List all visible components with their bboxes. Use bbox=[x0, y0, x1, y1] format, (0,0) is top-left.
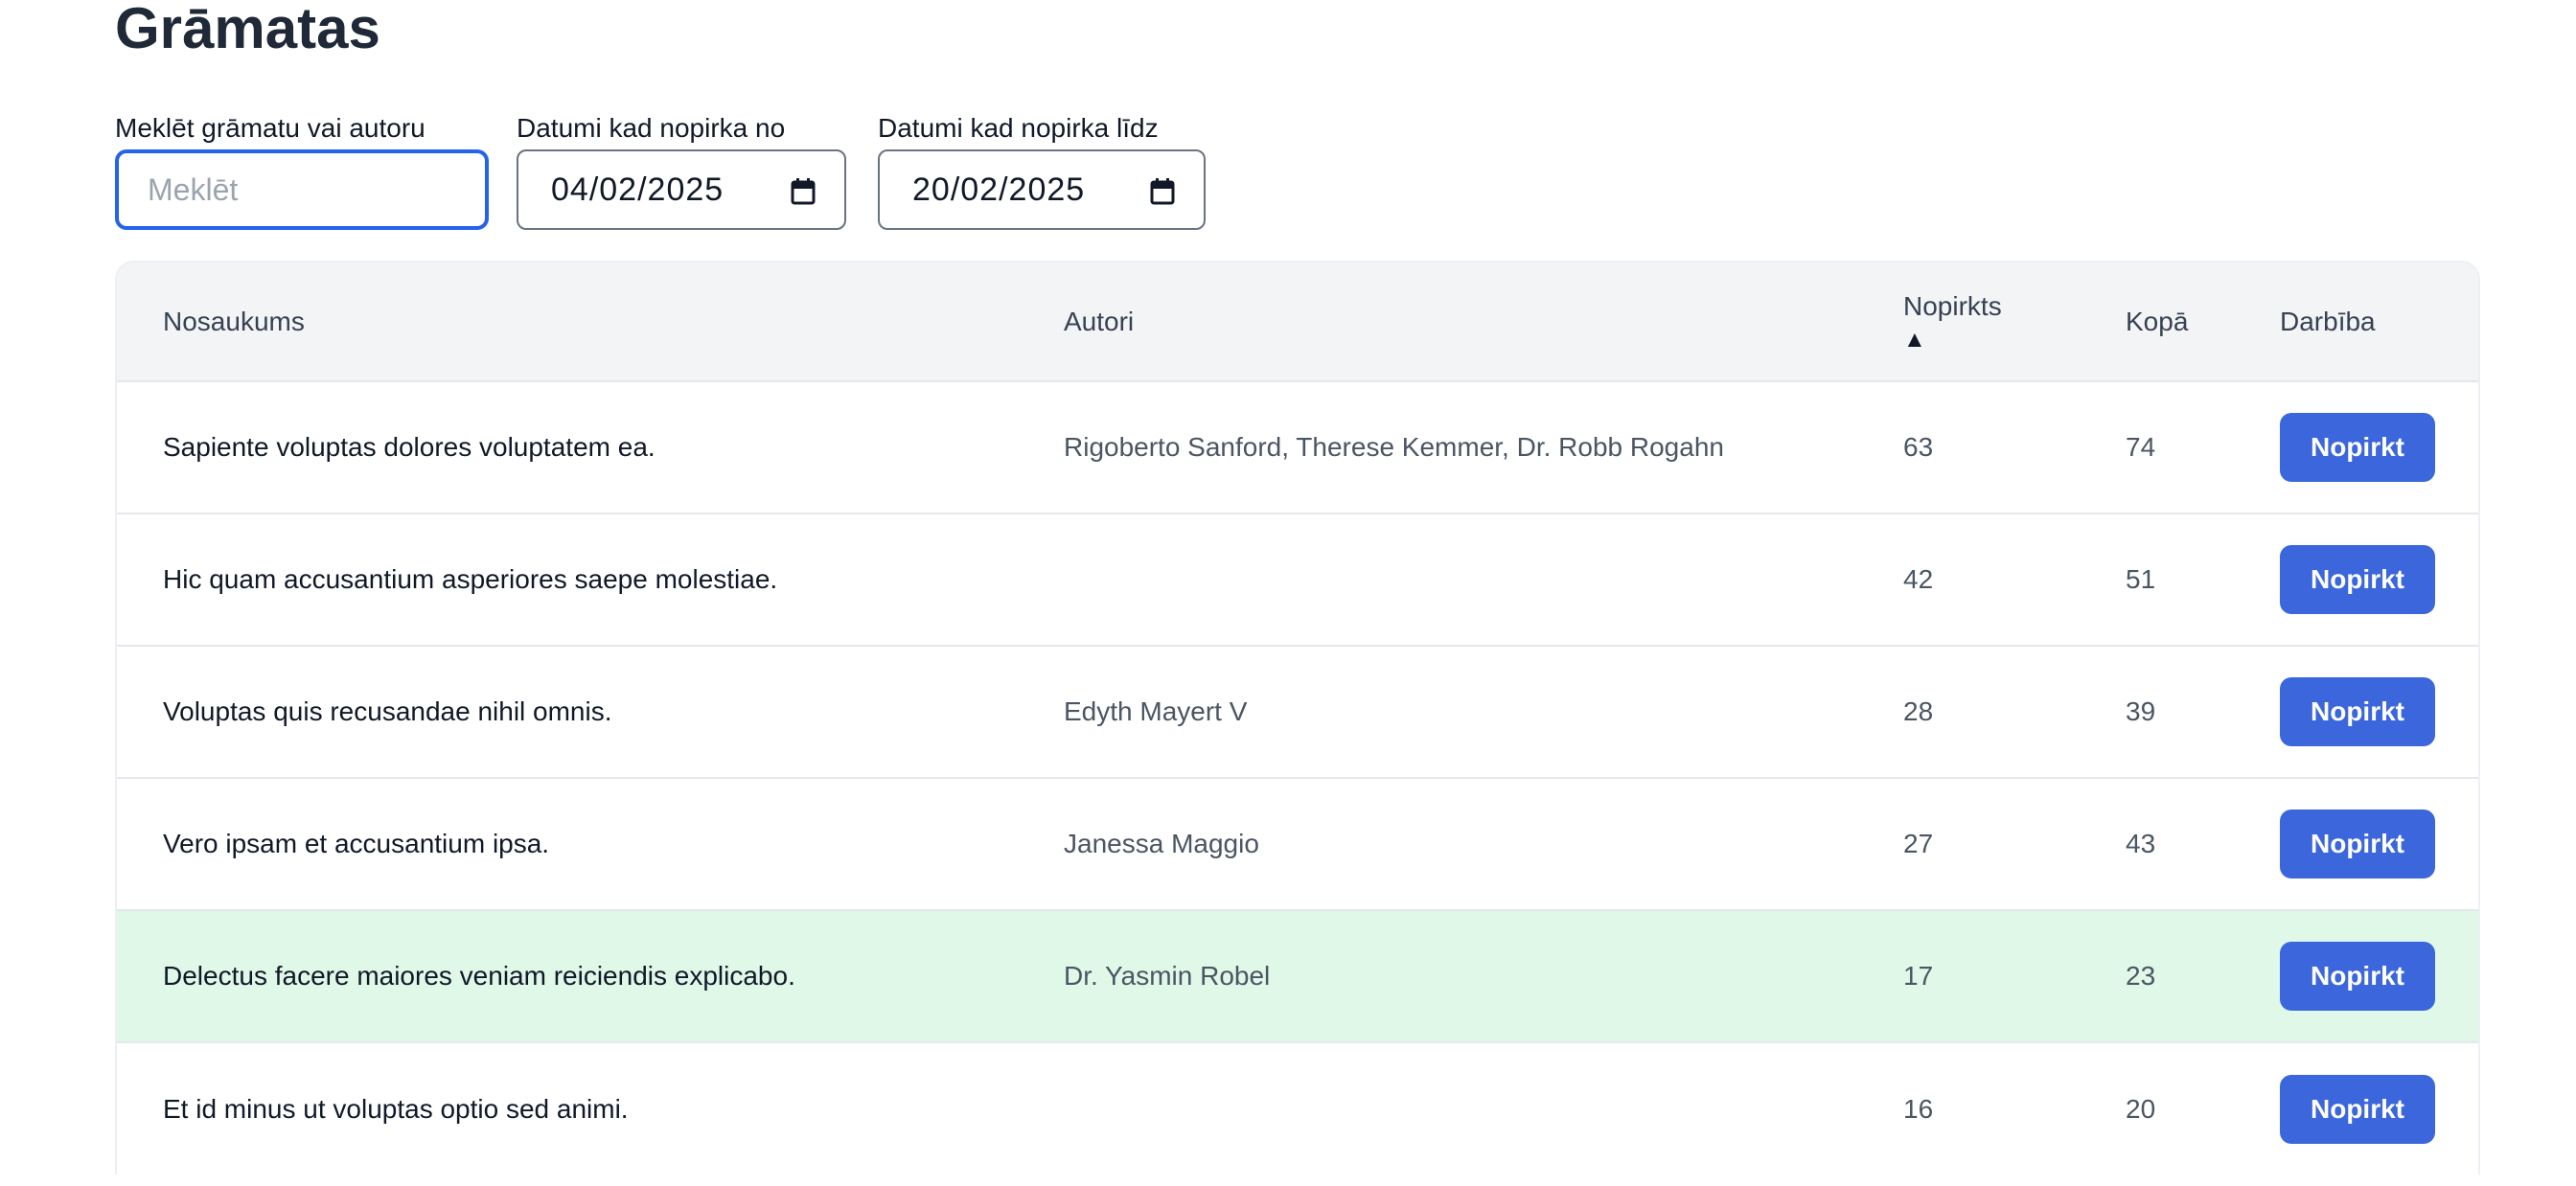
buy-button[interactable]: Nopirkt bbox=[2280, 1074, 2435, 1144]
book-authors: Rigoberto Sanford, Therese Kemmer, Dr. R… bbox=[1064, 432, 1724, 462]
total-count: 51 bbox=[2126, 564, 2156, 594]
book-title: Vero ipsam et accusantium ipsa. bbox=[163, 829, 550, 858]
total-count: 39 bbox=[2126, 696, 2156, 726]
search-filter: Meklēt grāmatu vai autoru bbox=[115, 111, 489, 230]
buy-button[interactable]: Nopirkt bbox=[2280, 677, 2435, 746]
buy-button[interactable]: Nopirkt bbox=[2280, 942, 2435, 1011]
table-row: Sapiente voluptas dolores voluptatem ea.… bbox=[117, 381, 2478, 513]
buy-button[interactable]: Nopirkt bbox=[2280, 545, 2435, 614]
book-title: Delectus facere maiores veniam reiciendi… bbox=[163, 961, 795, 991]
book-authors bbox=[1064, 513, 1903, 646]
header-total[interactable]: Kopā bbox=[2126, 262, 2280, 381]
bought-count: 27 bbox=[1903, 829, 1934, 858]
total-count: 43 bbox=[2126, 829, 2156, 858]
total-count: 74 bbox=[2126, 432, 2156, 462]
calendar-icon[interactable] bbox=[791, 176, 816, 205]
search-input[interactable] bbox=[148, 171, 456, 208]
table-row: Vero ipsam et accusantium ipsa. Janessa M… bbox=[117, 778, 2478, 910]
search-label: Meklēt grāmatu vai autoru bbox=[115, 113, 426, 143]
book-authors: Janessa Maggio bbox=[1064, 829, 1259, 858]
table-row: Et id minus ut voluptas optio sed animi.… bbox=[117, 1042, 2478, 1175]
search-field-wrapper bbox=[115, 149, 489, 230]
books-page: Grāmatas Meklēt grāmatu vai autoru Datum… bbox=[0, 0, 2576, 1186]
header-authors[interactable]: Autori bbox=[1064, 262, 1903, 381]
book-title: Sapiente voluptas dolores voluptatem ea. bbox=[163, 432, 656, 462]
header-bought-label: Nopirkts bbox=[1903, 290, 2002, 321]
books-table-container: Nosaukums Autori Nopirkts ▲ Kopā Darbība… bbox=[115, 261, 2480, 1175]
buy-button[interactable]: Nopirkt bbox=[2280, 413, 2435, 482]
date-from-label: Datumi kad nopirka no bbox=[517, 113, 786, 143]
bought-count: 63 bbox=[1903, 432, 1934, 462]
date-to-label: Datumi kad nopirka līdz bbox=[878, 113, 1159, 143]
date-to-value: 20/02/2025 bbox=[912, 171, 1086, 208]
header-bought[interactable]: Nopirkts ▲ bbox=[1903, 262, 2126, 381]
date-from-input[interactable]: 04/02/2025 bbox=[517, 149, 846, 230]
total-count: 23 bbox=[2126, 961, 2156, 991]
bought-count: 42 bbox=[1903, 564, 1934, 594]
table-row: Delectus facere maiores veniam reiciendi… bbox=[117, 910, 2478, 1042]
table-row: Voluptas quis recusandae nihil omnis. Edy… bbox=[117, 646, 2478, 778]
total-count: 20 bbox=[2126, 1093, 2156, 1124]
date-to-filter: Datumi kad nopirka līdz 20/02/2025 bbox=[878, 111, 1206, 230]
book-title: Hic quam accusantium asperiores saepe mo… bbox=[163, 564, 778, 594]
buy-button[interactable]: Nopirkt bbox=[2280, 810, 2435, 878]
header-name[interactable]: Nosaukums bbox=[163, 262, 1064, 381]
table-row: Hic quam accusantium asperiores saepe mo… bbox=[117, 513, 2478, 646]
book-authors: Edyth Mayert V bbox=[1064, 696, 1248, 726]
book-authors: Dr. Yasmin Robel bbox=[1064, 961, 1271, 991]
header-action: Darbība bbox=[2280, 306, 2376, 336]
page-title: Grāmatas bbox=[115, 0, 380, 60]
bought-count: 28 bbox=[1903, 696, 1934, 726]
book-title: Voluptas quis recusandae nihil omnis. bbox=[163, 696, 612, 726]
date-from-value: 04/02/2025 bbox=[551, 171, 724, 208]
books-table: Nosaukums Autori Nopirkts ▲ Kopā Darbība… bbox=[117, 262, 2478, 1175]
calendar-icon[interactable] bbox=[1150, 176, 1175, 205]
date-to-input[interactable]: 20/02/2025 bbox=[878, 149, 1206, 230]
sort-ascending-icon: ▲ bbox=[1903, 326, 1926, 353]
bought-count: 16 bbox=[1903, 1093, 1934, 1124]
book-title: Et id minus ut voluptas optio sed animi. bbox=[163, 1093, 629, 1124]
bought-count: 17 bbox=[1903, 961, 1934, 991]
book-authors bbox=[1064, 1042, 1903, 1175]
table-header-row: Nosaukums Autori Nopirkts ▲ Kopā Darbība bbox=[117, 262, 2478, 381]
date-from-filter: Datumi kad nopirka no 04/02/2025 bbox=[517, 111, 846, 230]
